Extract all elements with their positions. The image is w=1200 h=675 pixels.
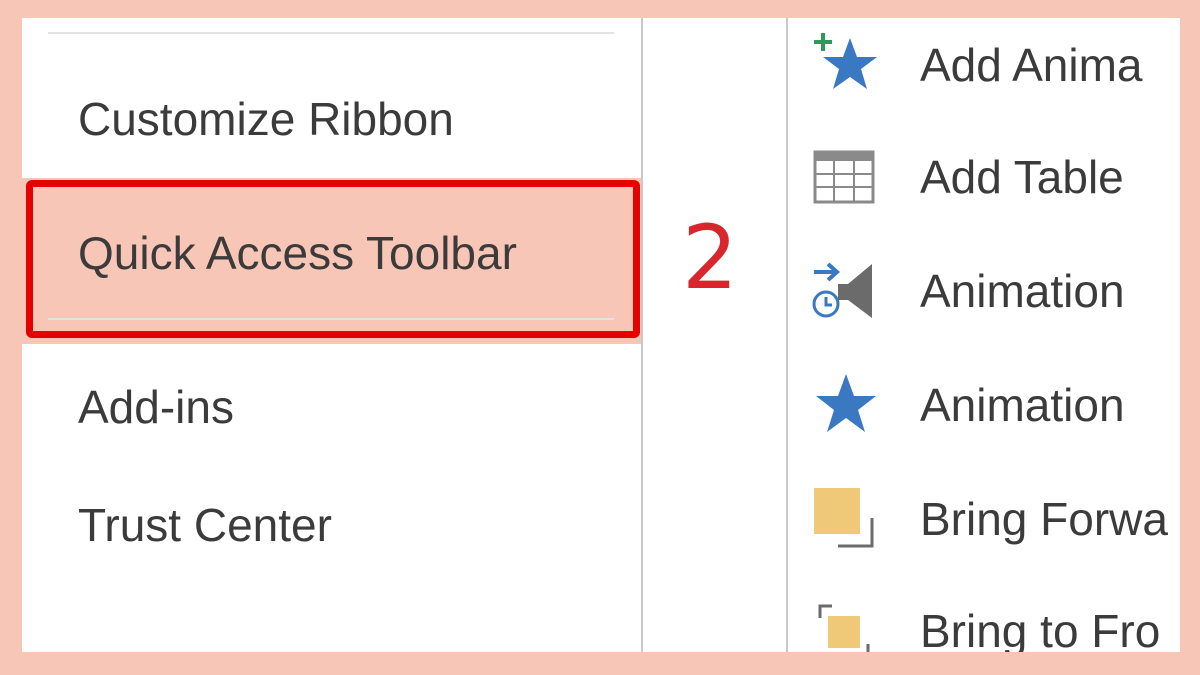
command-add-animation[interactable]: Add Anima: [790, 22, 1180, 102]
add-animation-star-icon: [814, 33, 877, 89]
command-animation-styles[interactable]: Animation: [790, 362, 1180, 442]
list-border: [786, 18, 788, 652]
command-label: Animation: [920, 379, 1125, 431]
nav-item-add-ins[interactable]: Add-ins: [78, 384, 234, 430]
command-label: Animation: [920, 265, 1125, 317]
command-label: Bring Forwa: [920, 493, 1168, 545]
options-nav: Customize Ribbon Quick Access Toolbar Ad…: [22, 18, 642, 652]
bring-forward-icon: [814, 488, 874, 548]
options-panel: Customize Ribbon Quick Access Toolbar Ad…: [22, 18, 1180, 652]
commands-list: Add Anima Add Table Animation Animation …: [790, 18, 1180, 652]
command-add-table[interactable]: Add Table: [790, 134, 1180, 214]
nav-item-trust-center[interactable]: Trust Center: [78, 502, 332, 548]
command-label: Bring to Fro: [920, 605, 1161, 652]
table-grid-icon: [813, 150, 875, 204]
animation-trigger-icon: [812, 262, 872, 318]
animation-star-icon: [816, 374, 876, 432]
nav-divider: [48, 32, 614, 34]
nav-item-label: Quick Access Toolbar: [78, 227, 517, 279]
step-number-marker: 2: [682, 206, 738, 309]
nav-divider: [48, 318, 614, 320]
nav-item-customize-ribbon[interactable]: Customize Ribbon: [78, 96, 454, 142]
command-animation-trigger[interactable]: Animation: [790, 248, 1180, 328]
command-bring-to-front[interactable]: Bring to Fro: [790, 588, 1180, 652]
command-label: Add Anima: [920, 39, 1143, 91]
command-label: Add Table: [920, 151, 1124, 203]
bring-to-front-icon: [818, 604, 870, 652]
nav-separator: [641, 18, 643, 652]
command-bring-forward[interactable]: Bring Forwa: [790, 476, 1180, 556]
